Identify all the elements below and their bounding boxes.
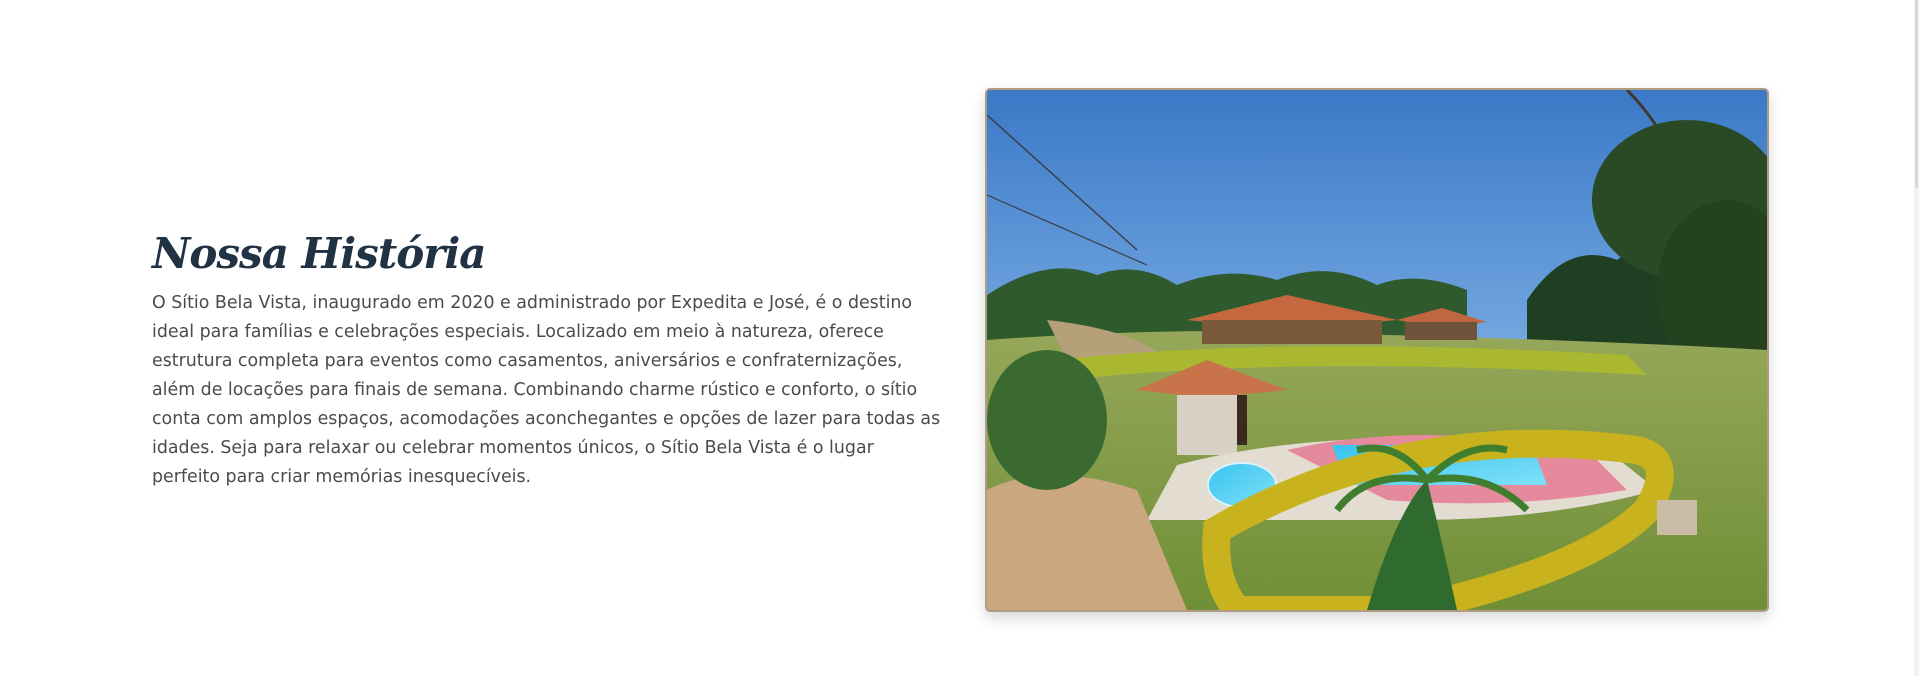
farm-aerial-illustration <box>987 90 1767 610</box>
story-paragraph: O Sítio Bela Vista, inaugurado em 2020 e… <box>152 293 941 487</box>
story-text-column: Nossa História O Sítio Bela Vista, inaug… <box>152 225 942 492</box>
scrollbar-thumb[interactable] <box>1915 0 1918 188</box>
farm-aerial-photo <box>985 88 1769 612</box>
page: Nossa História O Sítio Bela Vista, inaug… <box>0 0 1919 676</box>
section-title: Nossa História <box>152 229 487 278</box>
nossa-historia-section: Nossa História O Sítio Bela Vista, inaug… <box>0 0 1919 676</box>
